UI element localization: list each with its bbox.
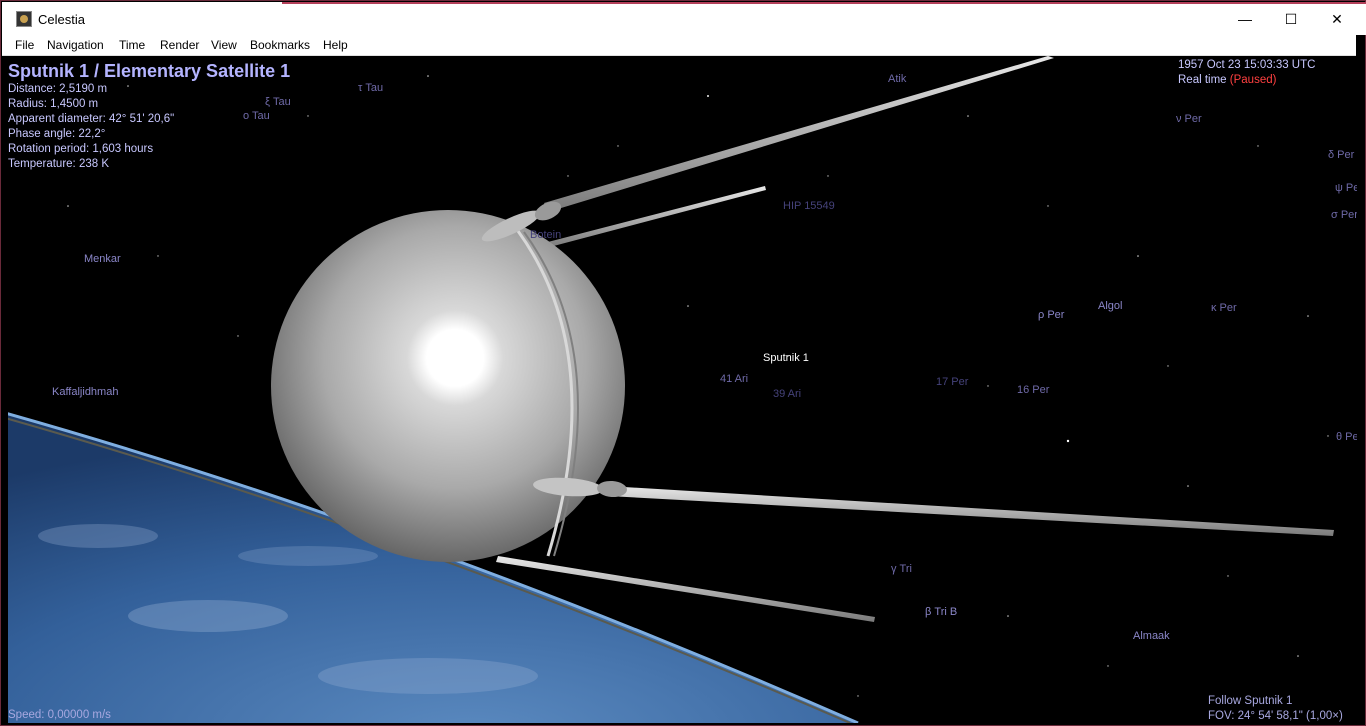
- star-label: 17 Per: [936, 376, 969, 388]
- phase-angle-readout: Phase angle: 22,2°: [8, 128, 106, 140]
- menu-navigation[interactable]: Navigation: [47, 38, 104, 52]
- star-label: γ Tri: [891, 563, 912, 575]
- star-label: Atik: [888, 73, 907, 85]
- star-label: σ Per: [1331, 209, 1357, 221]
- star-label: Menkar: [84, 253, 121, 265]
- star-label: δ Per: [1328, 149, 1355, 161]
- paused-status: (Paused): [1229, 74, 1277, 86]
- star-label: θ Per: [1336, 431, 1357, 443]
- object-label-sputnik[interactable]: Sputnik 1: [763, 352, 809, 364]
- star-label: 41 Ari: [720, 373, 749, 385]
- minimize-button[interactable]: —: [1222, 3, 1268, 35]
- follow-status: Follow Sputnik 1: [1208, 695, 1293, 707]
- menu-help[interactable]: Help: [323, 38, 348, 52]
- title-bar: Celestia — ☐ ✕: [2, 2, 1366, 35]
- star-label: ξ Tau: [265, 96, 291, 108]
- app-window: Celestia — ☐ ✕ File Navigation Time Rend…: [0, 0, 1366, 726]
- menu-bar: File Navigation Time Render View Bookmar…: [2, 35, 1356, 56]
- star-label: HIP 15549: [783, 200, 835, 212]
- star-label: τ Tau: [358, 82, 384, 94]
- star-label: κ Per: [1211, 302, 1237, 314]
- follow-panel: Follow Sputnik 1 FOV: 24° 54' 58,1" (1,0…: [1208, 694, 1343, 723]
- menu-file[interactable]: File: [15, 38, 34, 52]
- star-label: β Tri B: [925, 606, 958, 618]
- menu-bookmarks[interactable]: Bookmarks: [250, 38, 310, 52]
- window-title: Celestia: [38, 12, 85, 27]
- time-mode: Real time: [1178, 74, 1227, 86]
- close-icon: ✕: [1331, 10, 1343, 27]
- object-info-panel: Distance: 2,5190 m Radius: 1,4500 m Appa…: [8, 82, 174, 172]
- time-mode-line: Real time (Paused): [1178, 73, 1315, 88]
- speed-readout: Speed: 0,00000 m/s: [8, 709, 111, 721]
- star-label: Botein: [530, 229, 562, 241]
- time-panel: 1957 Oct 23 15:03:33 UTC Real time (Paus…: [1178, 58, 1315, 88]
- space-scene: [8, 56, 1334, 723]
- radius-readout: Radius: 1,4500 m: [8, 98, 99, 110]
- star-label: 39 Ari: [773, 388, 802, 400]
- datetime-readout: 1957 Oct 23 15:03:33 UTC: [1178, 59, 1316, 71]
- apparent-diameter-readout: Apparent diameter: 42° 51' 20,6": [8, 113, 175, 125]
- star-label: Kaffaljidhmah: [52, 386, 119, 398]
- menu-render[interactable]: Render: [160, 38, 199, 52]
- 3d-viewport[interactable]: Sputnik 1 / Elementary Satellite 1 Dista…: [8, 56, 1357, 723]
- star-label: ρ Per: [1038, 309, 1065, 321]
- temperature-readout: Temperature: 238 K: [8, 158, 110, 170]
- distance-readout: Distance: 2,5190 m: [8, 83, 108, 95]
- sputnik-satellite: [271, 56, 1334, 622]
- maximize-icon: ☐: [1284, 10, 1298, 27]
- star-label: ψ Per: [1335, 182, 1357, 194]
- star-label: Almaak: [1133, 630, 1170, 642]
- menu-view[interactable]: View: [211, 38, 237, 52]
- object-title: Sputnik 1 / Elementary Satellite 1: [8, 61, 291, 81]
- star-label: o Tau: [243, 110, 270, 122]
- celestia-app-icon: [16, 11, 32, 27]
- menu-time[interactable]: Time: [119, 38, 145, 52]
- rotation-period-readout: Rotation period: 1,603 hours: [8, 143, 154, 155]
- close-button[interactable]: ✕: [1314, 3, 1360, 35]
- maximize-button[interactable]: ☐: [1268, 3, 1314, 35]
- minimize-icon: —: [1238, 11, 1252, 27]
- fov-readout: FOV: 24° 54' 58,1" (1,00×): [1208, 710, 1343, 722]
- star-label: 16 Per: [1017, 384, 1050, 396]
- star-label: ν Per: [1176, 113, 1202, 125]
- star-label: Algol: [1098, 300, 1123, 312]
- title-bar-accent: [282, 2, 1366, 4]
